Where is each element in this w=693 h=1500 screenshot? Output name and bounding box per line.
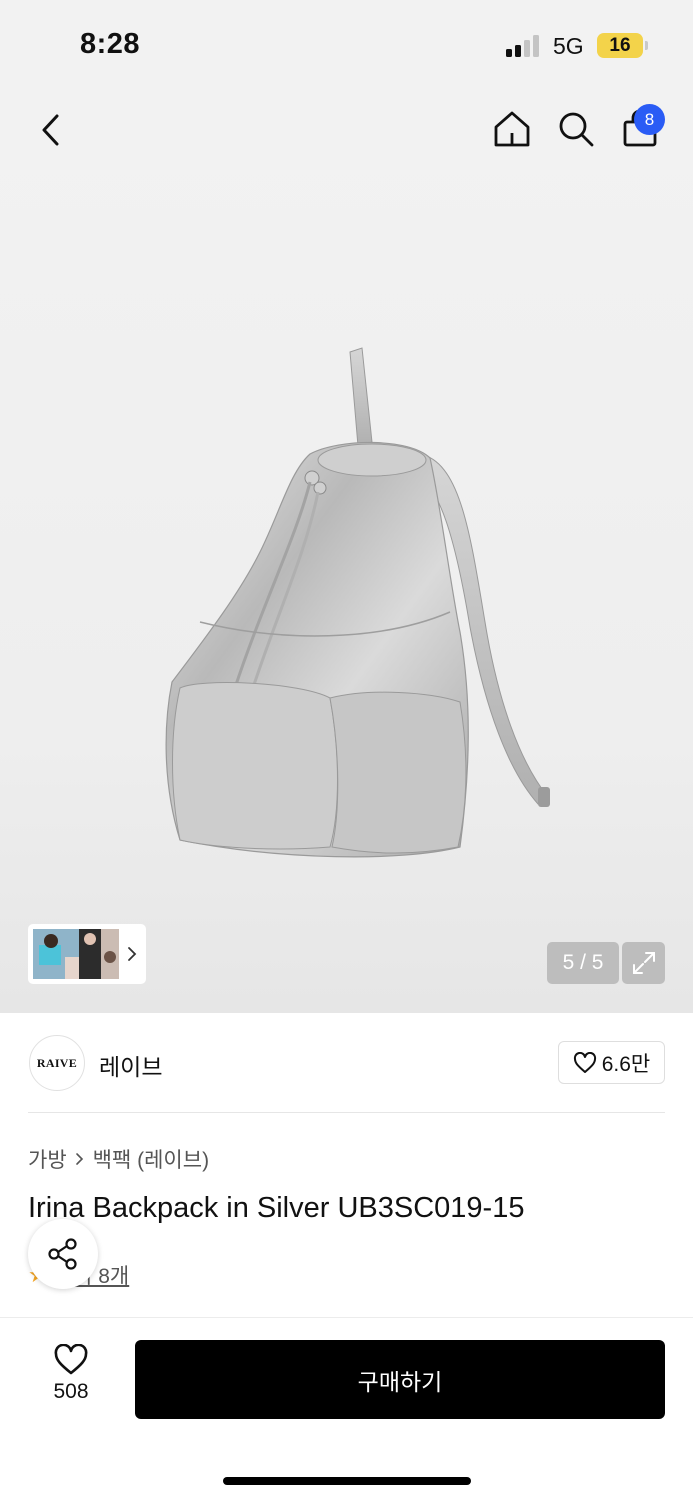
heart-icon: [54, 1344, 88, 1375]
network-type: 5G: [553, 33, 584, 59]
breadcrumb: 가방 백팩 (레이브): [28, 1144, 209, 1174]
battery-cap: [645, 41, 648, 50]
product-title: Irina Backpack in Silver UB3SC019-15: [28, 1192, 525, 1224]
thumbnail-photos: [33, 929, 119, 979]
brand-name[interactable]: 레이브: [99, 1048, 162, 1082]
buy-button[interactable]: 구매하기: [135, 1340, 665, 1419]
cart-count-badge: 8: [634, 104, 665, 135]
expand-icon: [632, 952, 655, 974]
image-counter: 5 / 5: [547, 942, 619, 984]
share-button[interactable]: [28, 1219, 98, 1289]
home-button[interactable]: [489, 106, 535, 152]
share-icon: [48, 1238, 77, 1270]
status-time: 8:28: [80, 28, 141, 60]
expand-button[interactable]: [622, 942, 665, 984]
chevron-left-icon: [42, 114, 59, 146]
thumbnail-preview[interactable]: [28, 924, 146, 984]
search-button[interactable]: [553, 106, 599, 152]
bottom-action-bar: 508 구매하기: [0, 1317, 693, 1500]
brand-like-button[interactable]: 6.6만: [558, 1041, 665, 1084]
breadcrumb-subcategory[interactable]: 백팩 (레이브): [93, 1144, 209, 1174]
divider: [28, 1112, 665, 1113]
heart-icon: [573, 1051, 596, 1073]
chevron-right-icon: [75, 1153, 83, 1165]
chevron-right-icon: [128, 947, 137, 961]
brand-like-count: 6.6만: [601, 1052, 651, 1076]
search-icon: [559, 112, 594, 147]
wishlist-button[interactable]: 508: [40, 1344, 102, 1416]
battery-level: 16: [597, 33, 643, 58]
brand-row[interactable]: RAIVE 레이브 6.6만: [0, 1013, 693, 1113]
signal-icon: [506, 35, 539, 57]
breadcrumb-category[interactable]: 가방: [28, 1144, 67, 1174]
status-bar: 8:28 5G 16: [0, 0, 693, 92]
brand-logo[interactable]: RAIVE: [29, 1035, 85, 1091]
home-indicator: [223, 1477, 471, 1485]
thumbnail-images: [33, 929, 119, 979]
product-gallery[interactable]: 5 / 5: [0, 92, 693, 1013]
back-button[interactable]: [28, 107, 74, 153]
product-image[interactable]: [140, 342, 560, 872]
wishlist-count: 508: [53, 1380, 89, 1403]
home-icon: [494, 111, 530, 147]
